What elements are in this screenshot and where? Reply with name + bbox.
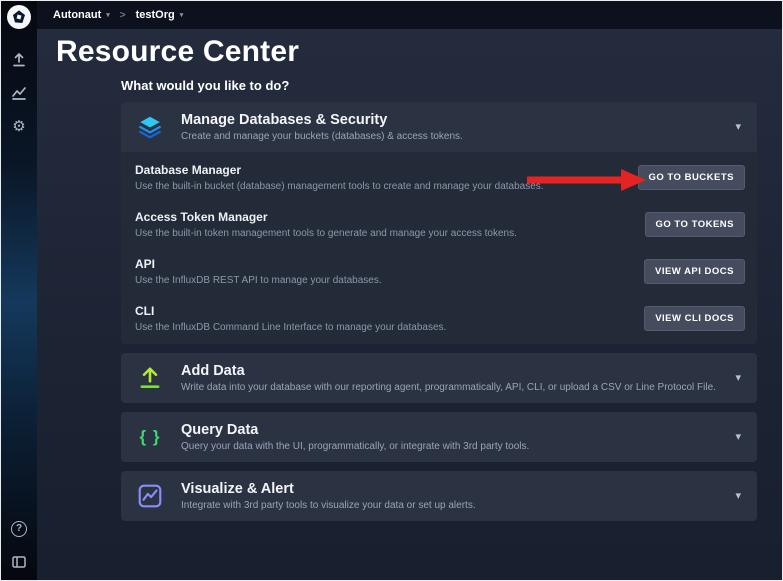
section-header-add-data[interactable]: Add Data Write data into your database w… xyxy=(121,353,757,403)
help-icon[interactable]: ? xyxy=(10,520,28,538)
page-title: Resource Center xyxy=(56,35,782,70)
section-description: Integrate with 3rd party tools to visual… xyxy=(181,500,717,511)
suborg-name: testOrg xyxy=(136,9,175,21)
data-explorer-graph-icon[interactable] xyxy=(10,84,28,102)
chevron-down-icon[interactable]: ▾ xyxy=(733,489,743,502)
row-description: Use the InfluxDB REST API to manage your… xyxy=(135,275,632,286)
go-to-buckets-button[interactable]: GO TO BUCKETS xyxy=(638,165,746,190)
chevron-down-icon[interactable]: ▾ xyxy=(733,371,743,384)
nav-sidebar: ⚙ ? xyxy=(1,1,37,580)
nav-icon-group: ⚙ xyxy=(10,51,28,135)
resource-row-access-token-manager: Access Token Manager Use the built-in to… xyxy=(121,201,757,248)
resource-row-api: API Use the InfluxDB REST API to manage … xyxy=(121,248,757,295)
section-description: Create and manage your buckets (database… xyxy=(181,131,717,142)
row-description: Use the built-in token management tools … xyxy=(135,228,633,239)
section-title: Visualize & Alert xyxy=(181,481,717,497)
resource-row-database-manager: Database Manager Use the built-in bucket… xyxy=(121,154,757,201)
braces-icon: { } xyxy=(135,427,165,447)
row-description: Use the built-in bucket (database) manag… xyxy=(135,181,626,192)
app-window: ⚙ ? Autonaut ▾ > testOrg ▾ xyxy=(0,0,783,581)
section-body-manage-databases: Database Manager Use the built-in bucket… xyxy=(121,152,757,344)
breadcrumb-separator: > xyxy=(120,10,126,21)
go-to-tokens-button[interactable]: GO TO TOKENS xyxy=(645,212,746,237)
section-header-manage-databases[interactable]: Manage Databases & Security Create and m… xyxy=(121,102,757,152)
resource-center-content: What would you like to do? Manage Databa… xyxy=(121,78,757,530)
chevron-down-icon: ▾ xyxy=(106,12,110,19)
section-title: Query Data xyxy=(181,422,717,438)
toggle-panel-icon[interactable] xyxy=(10,553,28,571)
section-description: Write data into your database with our r… xyxy=(181,382,717,393)
resource-row-cli: CLI Use the InfluxDB Command Line Interf… xyxy=(121,295,757,342)
influxdb-logo-mark xyxy=(11,9,27,25)
section-description: Query your data with the UI, programmati… xyxy=(181,441,717,452)
row-description: Use the InfluxDB Command Line Interface … xyxy=(135,322,632,333)
row-title: API xyxy=(135,257,632,271)
section-title: Add Data xyxy=(181,363,717,379)
org-dropdown[interactable]: Autonaut ▾ xyxy=(53,9,110,21)
section-header-query-data[interactable]: { } Query Data Query your data with the … xyxy=(121,412,757,462)
suborg-dropdown[interactable]: testOrg ▾ xyxy=(136,9,184,21)
chevron-down-icon: ▾ xyxy=(180,12,184,19)
influxdb-logo[interactable] xyxy=(7,5,31,29)
main-area: Autonaut ▾ > testOrg ▾ Resource Center W… xyxy=(37,1,782,580)
org-name: Autonaut xyxy=(53,9,101,21)
nav-bottom-group: ? xyxy=(1,520,37,571)
chevron-down-icon[interactable]: ▾ xyxy=(733,430,743,443)
section-title: Manage Databases & Security xyxy=(181,112,717,128)
section-visualize-alert: Visualize & Alert Integrate with 3rd par… xyxy=(121,471,757,521)
chart-icon xyxy=(135,483,165,509)
row-title: Database Manager xyxy=(135,163,626,177)
load-data-icon[interactable] xyxy=(10,51,28,69)
section-header-visualize-alert[interactable]: Visualize & Alert Integrate with 3rd par… xyxy=(121,471,757,521)
section-query-data: { } Query Data Query your data with the … xyxy=(121,412,757,462)
row-title: Access Token Manager xyxy=(135,210,633,224)
view-api-docs-button[interactable]: VIEW API DOCS xyxy=(644,259,745,284)
layers-icon xyxy=(135,114,165,140)
section-manage-databases: Manage Databases & Security Create and m… xyxy=(121,102,757,344)
chevron-down-icon[interactable]: ▾ xyxy=(733,120,743,133)
settings-gear-icon[interactable]: ⚙ xyxy=(10,117,28,135)
page-question: What would you like to do? xyxy=(121,78,757,93)
row-title: CLI xyxy=(135,304,632,318)
view-cli-docs-button[interactable]: VIEW CLI DOCS xyxy=(644,306,745,331)
upload-arrow-icon xyxy=(135,365,165,391)
section-add-data: Add Data Write data into your database w… xyxy=(121,353,757,403)
breadcrumb: Autonaut ▾ > testOrg ▾ xyxy=(37,1,782,29)
